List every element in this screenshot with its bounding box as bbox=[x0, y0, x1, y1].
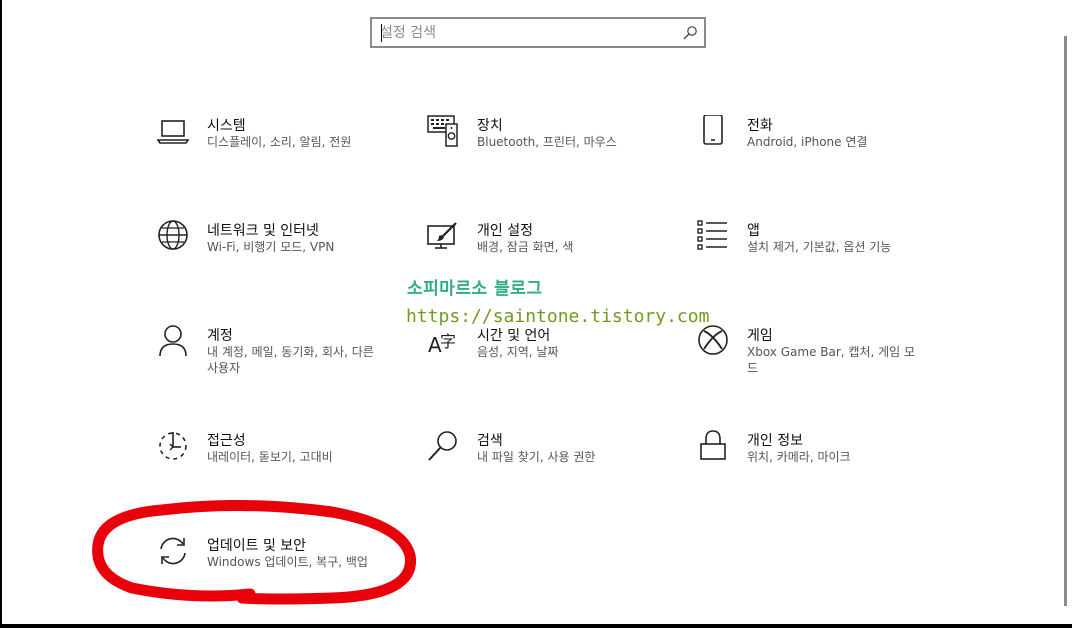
watermark-blog-name: 소피마르소 블로그 bbox=[407, 279, 543, 299]
lock-icon bbox=[700, 430, 726, 460]
tile-devices[interactable]: 장치 Bluetooth, 프린터, 마우스 bbox=[427, 115, 667, 185]
tile-title: 네트워크 및 인터넷 bbox=[207, 223, 319, 239]
accessibility-icon bbox=[159, 432, 187, 460]
scrollbar[interactable] bbox=[1064, 36, 1067, 606]
tile-description: 내레이터, 돋보기, 고대비 bbox=[207, 450, 333, 464]
tile-apps[interactable]: 앱 설치 제거, 기본값, 옵션 기능 bbox=[697, 220, 937, 290]
tile-accounts[interactable]: 계정 내 계정, 메일, 동기화, 회사, 다른 사용자 bbox=[157, 325, 397, 395]
tile-title: 개인 정보 bbox=[747, 433, 803, 449]
text-caret bbox=[381, 24, 382, 42]
tile-description: 내 파일 찾기, 사용 권한 bbox=[477, 450, 596, 464]
xbox-icon bbox=[698, 325, 728, 355]
tile-title: 장치 bbox=[477, 118, 503, 134]
tile-title: 앱 bbox=[747, 223, 760, 239]
tile-description: Bluetooth, 프린터, 마우스 bbox=[477, 135, 617, 149]
tile-description: 음성, 지역, 날짜 bbox=[477, 345, 559, 359]
tile-description: Android, iPhone 연결 bbox=[747, 135, 868, 149]
tile-title: 게임 bbox=[747, 328, 773, 344]
search-icon[interactable] bbox=[682, 25, 698, 41]
tile-title: 시간 및 언어 bbox=[477, 328, 551, 344]
tile-gaming[interactable]: 게임 Xbox Game Bar, 캡처, 게임 모드 bbox=[697, 325, 937, 395]
tile-privacy[interactable]: 개인 정보 위치, 카메라, 마이크 bbox=[697, 430, 937, 500]
tile-search[interactable]: 검색 내 파일 찾기, 사용 권한 bbox=[427, 430, 667, 500]
tile-description: 내 계정, 메일, 동기화, 회사, 다른 사용자 bbox=[207, 345, 374, 375]
tile-title: 개인 설정 bbox=[477, 223, 533, 239]
tile-network[interactable]: 네트워크 및 인터넷 Wi-Fi, 비행기 모드, VPN bbox=[157, 220, 397, 290]
tile-description: 디스플레이, 소리, 알림, 전원 bbox=[207, 135, 352, 149]
tile-description: 설치 제거, 기본값, 옵션 기능 bbox=[747, 240, 892, 254]
laptop-icon bbox=[157, 120, 190, 144]
language-icon: A 字 bbox=[428, 332, 456, 357]
svg-text:字: 字 bbox=[440, 332, 456, 351]
devices-icon bbox=[427, 115, 458, 147]
phone-icon bbox=[703, 115, 723, 145]
tile-title: 전화 bbox=[747, 118, 773, 134]
settings-window: 시스템 디스플레이, 소리, 알림, 전원 장치 Bluetooth, 프린터,… bbox=[0, 0, 1072, 624]
tile-title: 시스템 bbox=[207, 118, 246, 134]
tile-title: 접근성 bbox=[207, 433, 246, 449]
person-icon bbox=[159, 325, 187, 357]
tile-description: 위치, 카메라, 마이크 bbox=[747, 450, 851, 464]
tile-title: 계정 bbox=[207, 328, 233, 344]
apps-list-icon bbox=[697, 220, 727, 250]
watermark-url: https://saintone.tistory.com bbox=[406, 306, 710, 327]
tile-accessibility[interactable]: 접근성 내레이터, 돋보기, 고대비 bbox=[157, 430, 397, 500]
tile-description: Wi-Fi, 비행기 모드, VPN bbox=[207, 240, 335, 254]
tile-title: 검색 bbox=[477, 433, 503, 449]
magnifier-icon bbox=[428, 431, 457, 461]
tile-description: 배경, 잠금 화면, 색 bbox=[477, 240, 574, 254]
search-input[interactable] bbox=[380, 23, 670, 43]
tile-description: Xbox Game Bar, 캡처, 게임 모드 bbox=[747, 345, 916, 375]
tile-phone[interactable]: 전화 Android, iPhone 연결 bbox=[697, 115, 937, 185]
tile-system[interactable]: 시스템 디스플레이, 소리, 알림, 전원 bbox=[157, 115, 397, 185]
globe-icon bbox=[158, 220, 188, 250]
paintbrush-icon bbox=[427, 222, 457, 249]
tile-time-language[interactable]: A 字 시간 및 언어 음성, 지역, 날짜 bbox=[427, 325, 667, 395]
red-highlight-circle bbox=[92, 500, 416, 605]
search-box[interactable] bbox=[370, 17, 706, 48]
